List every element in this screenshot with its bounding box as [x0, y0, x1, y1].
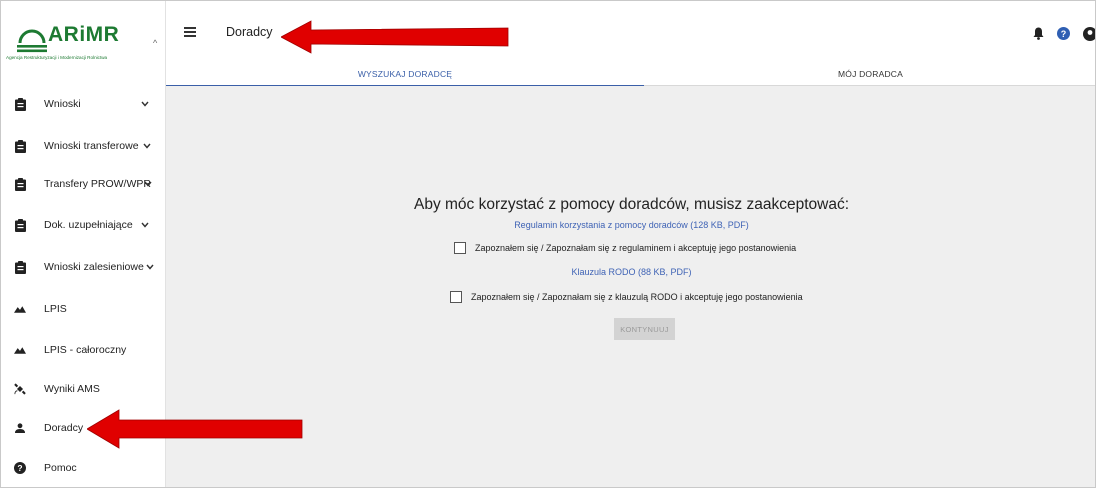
- sidebar-item-label: Transfery PROW/WPR: [44, 178, 151, 190]
- clipboard-icon: [14, 139, 26, 153]
- tab-bar: WYSZUKAJ DORADCĘ MÓJ DORADCA: [166, 63, 1095, 87]
- bell-icon[interactable]: [1033, 27, 1044, 41]
- chevron-down-icon[interactable]: [141, 220, 149, 231]
- page-title: Doradcy: [226, 25, 273, 39]
- logo-mark-icon: [17, 29, 47, 53]
- rodo-pdf-link[interactable]: Klauzula RODO (88 KB, PDF): [166, 267, 1095, 277]
- sidebar-item-lpis[interactable]: LPIS: [1, 290, 165, 328]
- chevron-down-icon[interactable]: [144, 179, 152, 190]
- sidebar-item-label: Dok. uzupełniające: [44, 219, 133, 231]
- menu-icon[interactable]: [184, 27, 196, 37]
- sidebar-item-label: Wyniki AMS: [44, 383, 100, 395]
- sidebar-item-label: LPIS: [44, 303, 67, 315]
- help-circle-icon: ?: [14, 461, 26, 475]
- continue-button[interactable]: KONTYNUUJ: [614, 318, 675, 340]
- account-icon[interactable]: [1083, 27, 1095, 41]
- clipboard-icon: [14, 260, 26, 274]
- sidebar-item-label: Wnioski transferowe: [44, 140, 139, 152]
- annotation-arrow-icon: [87, 409, 303, 449]
- terrain-icon: [14, 343, 26, 357]
- sidebar-item-wnioski-zalesieniowe[interactable]: Wnioski zalesieniowe: [1, 248, 165, 286]
- sidebar-item-label: Wnioski zalesieniowe: [44, 261, 144, 273]
- sidebar-item-dok-uzupelniajace[interactable]: Dok. uzupełniające: [1, 206, 165, 244]
- chevron-down-icon[interactable]: [146, 262, 154, 273]
- satellite-icon: [14, 382, 26, 396]
- clipboard-icon: [14, 218, 26, 232]
- sidebar-item-transfery-prow-wpr[interactable]: Transfery PROW/WPR: [1, 165, 165, 203]
- regulations-consent-row[interactable]: Zapoznałem się / Zapoznałam się z regula…: [454, 241, 796, 255]
- chevron-down-icon[interactable]: [143, 141, 151, 152]
- clipboard-icon: [14, 97, 26, 111]
- app-window: ARiMR Agencja Restrukturyzacji i Moderni…: [0, 0, 1096, 488]
- help-circle-icon[interactable]: ?: [1057, 27, 1070, 41]
- svg-text:?: ?: [1061, 29, 1067, 39]
- sidebar-item-label: Wnioski: [44, 98, 81, 110]
- logo-subtitle: Agencja Restrukturyzacji i Modernizacji …: [6, 55, 108, 60]
- regulations-pdf-link[interactable]: Regulamin korzystania z pomocy doradców …: [166, 220, 1095, 230]
- rodo-checkbox-label: Zapoznałem się / Zapoznałam się z klauzu…: [471, 292, 803, 302]
- terrain-icon: [14, 302, 26, 316]
- svg-text:?: ?: [17, 463, 22, 473]
- sidebar-scroll-up-icon[interactable]: ^: [153, 38, 157, 48]
- sidebar-item-label: Doradcy: [44, 422, 84, 434]
- sidebar-item-label: LPIS - całoroczny: [44, 344, 127, 356]
- sidebar-item-pomoc[interactable]: ? Pomoc: [1, 449, 165, 487]
- chevron-down-icon[interactable]: [141, 99, 149, 110]
- tab-wyszukaj-doradce[interactable]: WYSZUKAJ DORADCĘ: [166, 63, 644, 87]
- arimr-logo[interactable]: ARiMR Agencja Restrukturyzacji i Moderni…: [6, 23, 156, 65]
- logo-wordmark: ARiMR: [48, 23, 120, 46]
- tab-moj-doradca[interactable]: MÓJ DORADCA: [644, 63, 1095, 85]
- annotation-arrow-icon: [281, 20, 509, 54]
- main-content: Aby móc korzystać z pomocy doradców, mus…: [166, 86, 1095, 487]
- consent-heading: Aby móc korzystać z pomocy doradców, mus…: [413, 196, 850, 213]
- person-icon: [14, 421, 26, 435]
- clipboard-icon: [14, 177, 26, 191]
- sidebar-item-label: Pomoc: [44, 462, 77, 474]
- rodo-consent-row[interactable]: Zapoznałem się / Zapoznałam się z klauzu…: [450, 290, 803, 304]
- sidebar-item-lpis-caloroczny[interactable]: LPIS - całoroczny: [1, 331, 165, 369]
- regulations-checkbox-label: Zapoznałem się / Zapoznałam się z regula…: [475, 243, 797, 253]
- sidebar-item-wyniki-ams[interactable]: Wyniki AMS: [1, 370, 165, 408]
- sidebar-item-wnioski-transferowe[interactable]: Wnioski transferowe: [1, 127, 165, 165]
- regulations-checkbox[interactable]: [454, 242, 466, 254]
- sidebar-item-wnioski[interactable]: Wnioski: [1, 85, 165, 123]
- rodo-checkbox[interactable]: [450, 291, 462, 303]
